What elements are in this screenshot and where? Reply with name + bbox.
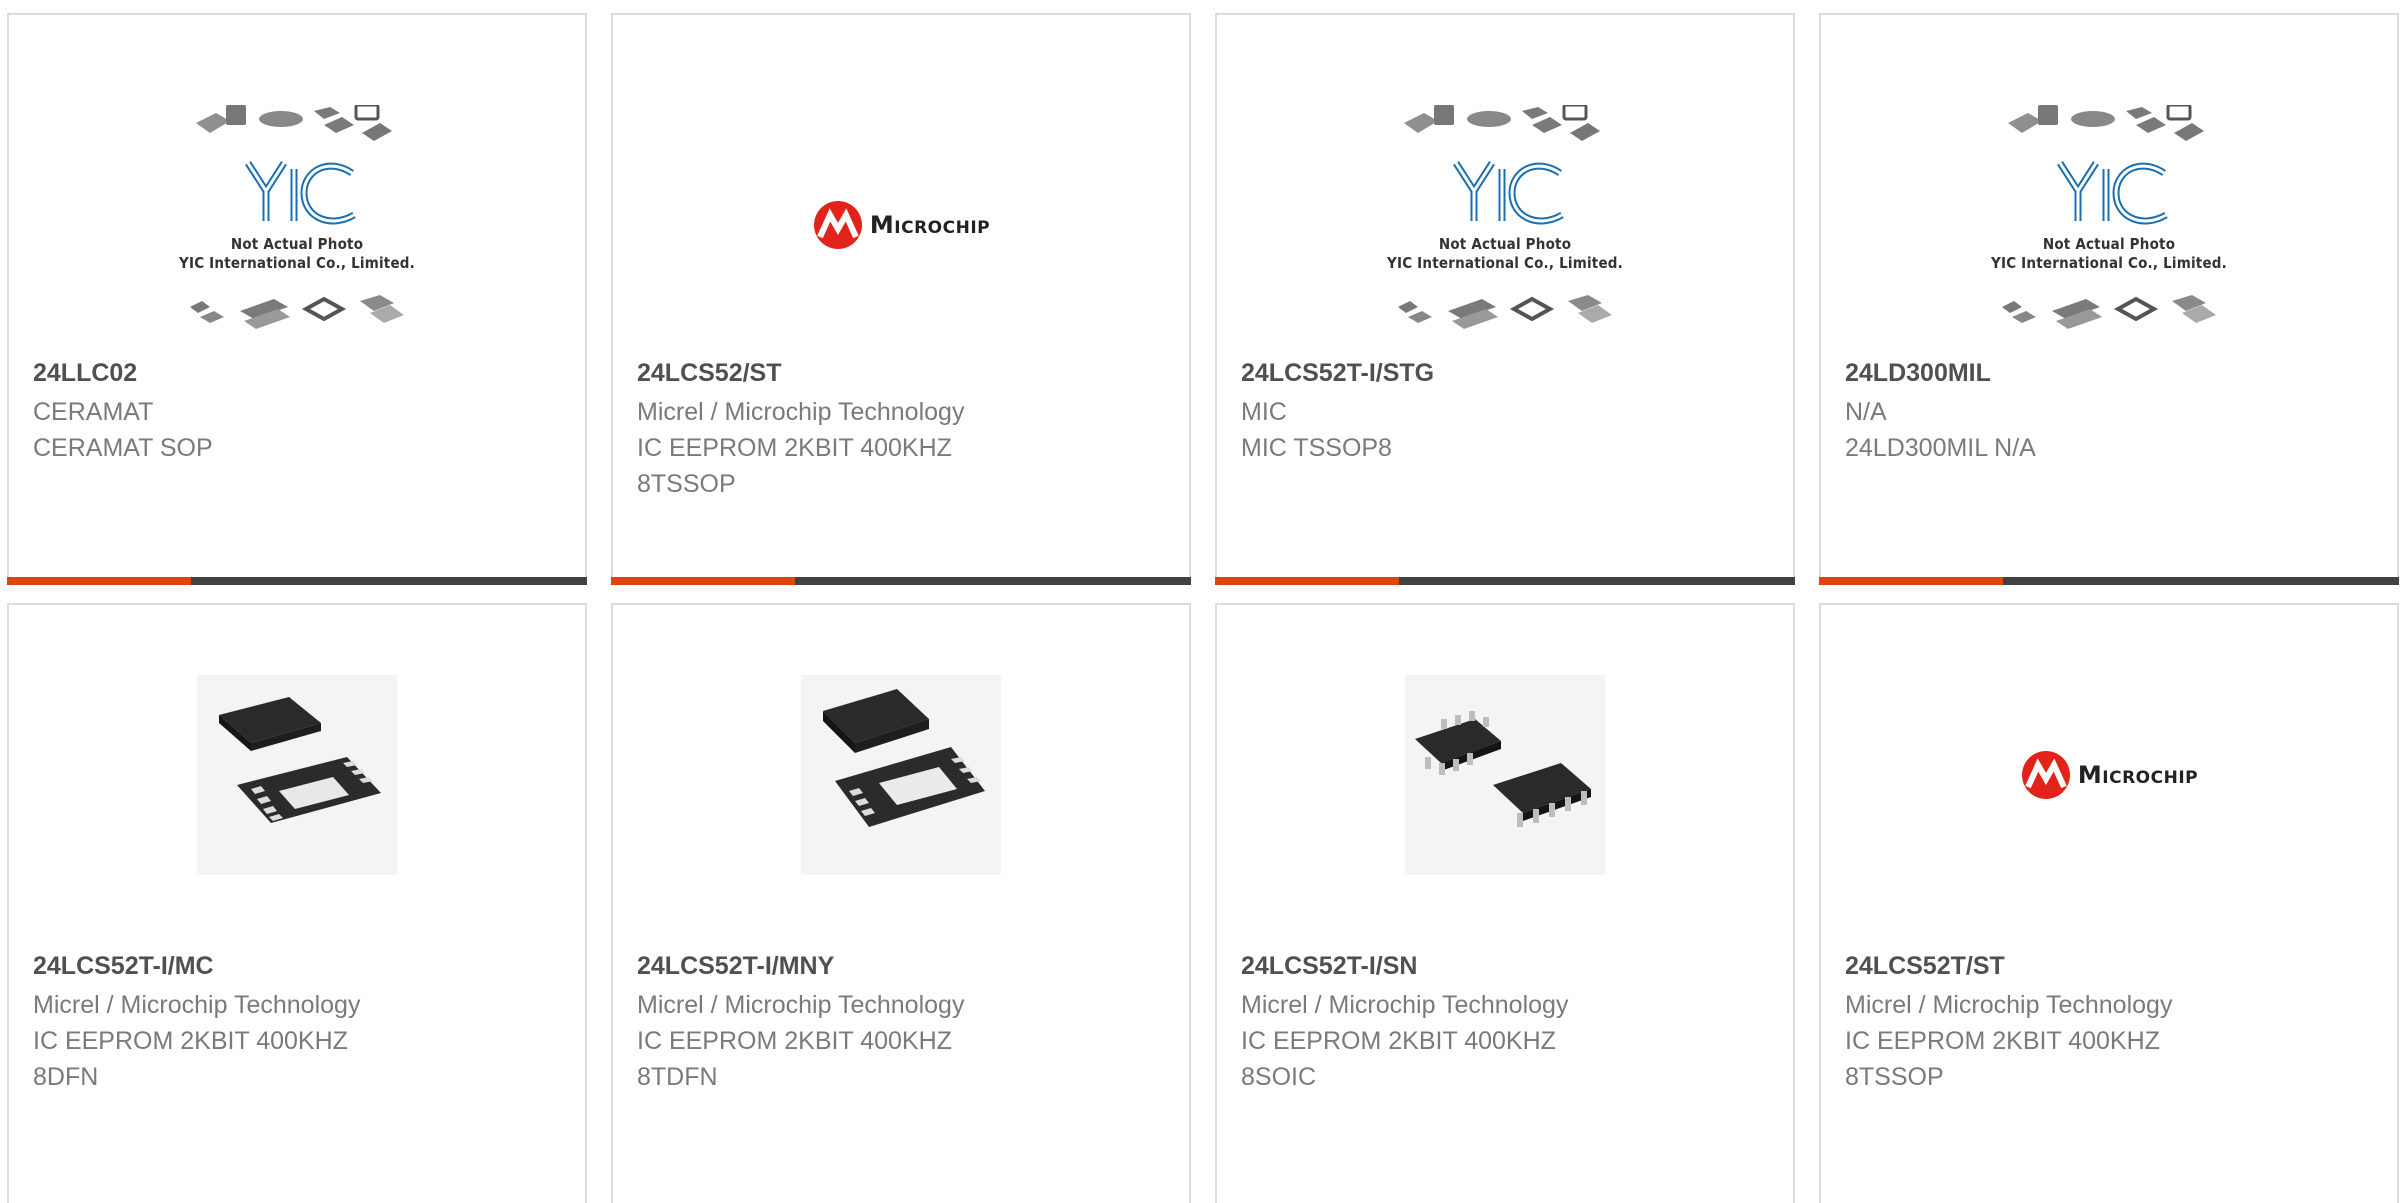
microchip-logo: Microchip [812, 199, 990, 251]
placeholder-company: YIC International Co., Limited. [1387, 254, 1623, 272]
card-progress-bar [1819, 577, 2399, 585]
not-actual-photo-placeholder: Not Actual Photo YIC International Co., … [162, 105, 432, 345]
product-image[interactable] [9, 670, 585, 880]
manufacturer: MIC [1241, 398, 1287, 426]
description: IC EEPROM 2KBIT 400KHZ [637, 1027, 952, 1055]
placeholder-caption: Not Actual Photo [1438, 235, 1572, 253]
soic-package-photo [1405, 675, 1605, 875]
dfn-package-photo [197, 675, 397, 875]
description: IC EEPROM 2KBIT 400KHZ [33, 1027, 348, 1055]
placeholder-company: YIC International Co., Limited. [1991, 254, 2227, 272]
tdfn-package-photo [801, 675, 1001, 875]
product-card[interactable]: Not Actual Photo YIC International Co., … [1819, 13, 2399, 585]
product-image[interactable]: Not Actual Photo YIC International Co., … [1821, 95, 2397, 355]
description: IC EEPROM 2KBIT 400KHZ [637, 434, 952, 462]
part-number[interactable]: 24LCS52T-I/MNY [637, 950, 1169, 982]
microchip-logo: Microchip [2020, 749, 2198, 801]
card-progress-accent [1819, 577, 2003, 585]
manufacturer: Micrel / Microchip Technology [1241, 991, 1569, 1019]
microchip-logo-icon [2021, 751, 2070, 799]
microchip-logo-icon [813, 201, 862, 249]
manufacturer: Micrel / Microchip Technology [1845, 991, 2173, 1019]
card-progress-bar [611, 577, 1191, 585]
part-number[interactable]: 24LD300MIL [1845, 357, 2377, 389]
manufacturer: Micrel / Microchip Technology [637, 991, 965, 1019]
placeholder-caption: Not Actual Photo [2042, 235, 2176, 253]
placeholder-company: YIC International Co., Limited. [179, 254, 415, 272]
part-number[interactable]: 24LCS52T-I/STG [1241, 357, 1773, 389]
package: 8SOIC [1241, 1063, 1317, 1091]
product-card[interactable]: 24LCS52T-I/SN Micrel / Microchip Technol… [1215, 603, 1795, 1203]
package: 8DFN [33, 1063, 99, 1091]
manufacturer: Micrel / Microchip Technology [637, 398, 965, 426]
package: 8TDFN [637, 1063, 718, 1091]
part-number[interactable]: 24LCS52T-I/MC [33, 950, 565, 982]
product-card[interactable]: Microchip 24LCS52T/ST Micrel / Microchip… [1819, 603, 2399, 1203]
microchip-logo-text: Microchip [869, 211, 991, 239]
product-card[interactable]: Not Actual Photo YIC International Co., … [7, 13, 587, 585]
description: 24LD300MIL N/A [1845, 434, 2036, 462]
manufacturer: CERAMAT [33, 398, 154, 426]
product-image[interactable]: Microchip [1821, 670, 2397, 880]
product-image[interactable]: Microchip [613, 95, 1189, 355]
product-card[interactable]: 24LCS52T-I/MNY Micrel / Microchip Techno… [611, 603, 1191, 1203]
product-card[interactable]: 24LCS52T-I/MC Micrel / Microchip Technol… [7, 603, 587, 1203]
placeholder-caption: Not Actual Photo [230, 235, 364, 253]
not-actual-photo-placeholder: Not Actual Photo YIC International Co., … [1974, 105, 2244, 345]
description: MIC TSSOP8 [1241, 434, 1392, 462]
microchip-logo-text: Microchip [2077, 761, 2199, 789]
part-number[interactable]: 24LLC02 [33, 357, 565, 389]
part-number[interactable]: 24LCS52/ST [637, 357, 1169, 389]
description: IC EEPROM 2KBIT 400KHZ [1845, 1027, 2160, 1055]
description: IC EEPROM 2KBIT 400KHZ [1241, 1027, 1556, 1055]
product-grid: Not Actual Photo YIC International Co., … [0, 0, 2400, 1203]
description: CERAMAT SOP [33, 434, 213, 462]
product-image[interactable] [1217, 670, 1793, 880]
product-card[interactable]: Not Actual Photo YIC International Co., … [1215, 13, 1795, 585]
part-number[interactable]: 24LCS52T-I/SN [1241, 950, 1773, 982]
card-progress-accent [7, 577, 191, 585]
manufacturer: Micrel / Microchip Technology [33, 991, 361, 1019]
product-image[interactable]: Not Actual Photo YIC International Co., … [1217, 95, 1793, 355]
part-number[interactable]: 24LCS52T/ST [1845, 950, 2377, 982]
package: 8TSSOP [637, 470, 736, 498]
product-image[interactable]: Not Actual Photo YIC International Co., … [9, 95, 585, 355]
product-card[interactable]: Microchip 24LCS52/ST Micrel / Microchip … [611, 13, 1191, 585]
manufacturer: N/A [1845, 398, 1887, 426]
card-progress-accent [1215, 577, 1399, 585]
not-actual-photo-placeholder: Not Actual Photo YIC International Co., … [1370, 105, 1640, 345]
package: 8TSSOP [1845, 1063, 1944, 1091]
card-progress-bar [7, 577, 587, 585]
card-progress-bar [1215, 577, 1795, 585]
card-progress-accent [611, 577, 795, 585]
product-image[interactable] [613, 670, 1189, 880]
